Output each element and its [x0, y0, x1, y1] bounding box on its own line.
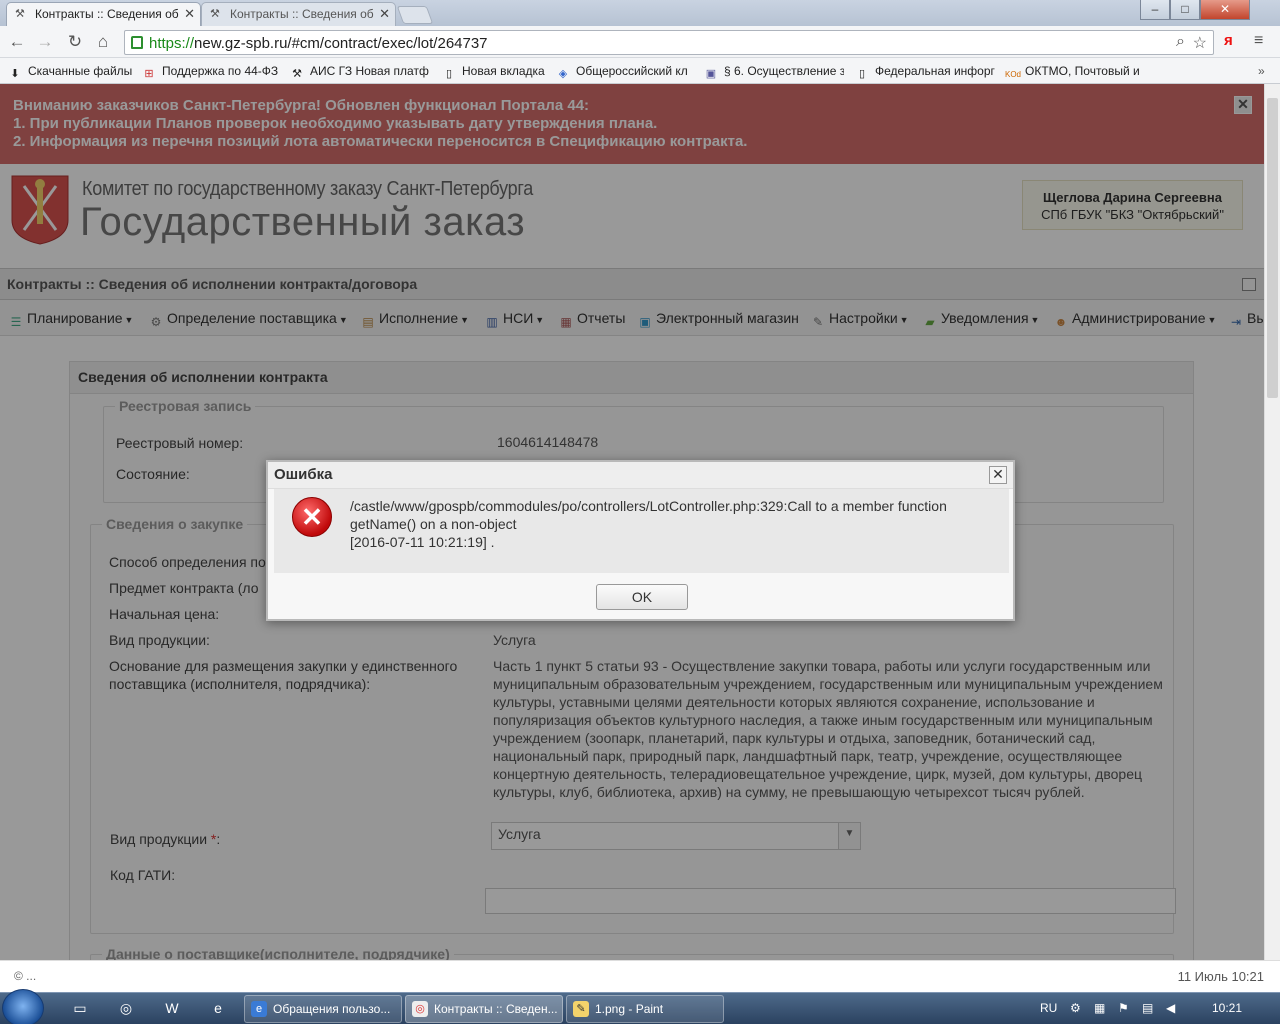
maximize-button[interactable]: □	[1170, 0, 1200, 20]
tray-icon[interactable]: ▦	[1094, 1001, 1105, 1015]
copyright: © ...	[14, 969, 37, 983]
bookmark-item[interactable]: ◈ Общероссийский кл	[556, 62, 696, 80]
flag-icon[interactable]: ⚑	[1118, 1001, 1129, 1015]
kod-icon: KOd	[1005, 70, 1022, 79]
lock-icon	[131, 36, 143, 49]
reload-icon[interactable]: ↻	[64, 31, 86, 53]
page-icon: ▯	[445, 68, 453, 80]
clock[interactable]: 10:21	[1212, 1001, 1242, 1015]
url-text: https://new.gz-spb.ru/#cm/contract/exec/…	[149, 35, 488, 52]
taskbar-item-active[interactable]: ◎ Контракты :: Сведен...	[405, 995, 563, 1023]
bookmark-item[interactable]: ⬇ Скачанные файлы	[8, 62, 136, 80]
ok-icon: ◈	[558, 68, 568, 80]
language-indicator[interactable]: RU	[1040, 1001, 1057, 1015]
chrome-icon[interactable]: ◎	[114, 997, 138, 1019]
support-icon: ⊞	[144, 68, 154, 80]
paint-icon: ✎	[573, 1001, 589, 1017]
bookmark-item[interactable]: KOd ОКТМО, Почтовый и	[1005, 62, 1145, 80]
chrome-icon: ◎	[412, 1001, 428, 1017]
bookmark-item[interactable]: ▣ § 6. Осуществление з	[704, 62, 844, 80]
browser-tabbar: ⚒ Контракты :: Сведения об ✕ ⚒ Контракты…	[0, 0, 1280, 26]
bookmark-item[interactable]: ▯ Федеральная инфорг	[855, 62, 995, 80]
bookmark-item[interactable]: ⚒ АИС ГЗ Новая платф	[290, 62, 430, 80]
browser-tab-active[interactable]: ⚒ Контракты :: Сведения об ✕	[6, 2, 201, 26]
more-bookmarks-icon[interactable]: »	[1258, 62, 1272, 80]
yandex-icon[interactable]: я	[1224, 32, 1233, 49]
zoom-icon[interactable]: ⌕	[1176, 33, 1185, 51]
system-tray: RU ⚙ ▦ ⚑ ▤ ◀ 10:21	[1030, 993, 1280, 1024]
error-dialog: Ошибка ✕ ✕ /castle/www/gpospb/commodules…	[266, 460, 1015, 621]
ok-button[interactable]: OK	[596, 584, 688, 610]
forward-icon[interactable]: →	[34, 31, 56, 53]
tools-icon: ⚒	[210, 8, 220, 20]
network-icon[interactable]: ▤	[1142, 1001, 1153, 1015]
close-window-button[interactable]: ✕	[1200, 0, 1250, 20]
volume-icon[interactable]: ◀	[1166, 1001, 1175, 1015]
bookmark-item[interactable]: ⊞ Поддержка по 44-ФЗ	[142, 62, 280, 80]
tab-label: Контракты :: Сведения об	[230, 7, 374, 21]
dialog-body: ✕ /castle/www/gpospb/commodules/po/contr…	[274, 489, 1009, 573]
close-icon[interactable]: ✕	[184, 3, 195, 25]
menu-icon[interactable]: ≡	[1254, 32, 1263, 50]
tools-icon: ⚒	[292, 68, 302, 80]
dialog-close-button[interactable]: ✕	[989, 466, 1007, 484]
windows-taskbar: ▭ ◎ W e e Обращения пользо... ◎ Контракты …	[0, 989, 1280, 1024]
home-icon[interactable]: ⌂	[92, 31, 114, 53]
download-icon: ⬇	[10, 68, 20, 80]
bookmarks-bar: ⬇ Скачанные файлы ⊞ Поддержка по 44-ФЗ ⚒ АИ…	[0, 58, 1280, 84]
bookmark-item[interactable]: ▯ Новая вкладка	[442, 62, 550, 80]
back-icon[interactable]: ←	[6, 31, 28, 53]
error-message: /castle/www/gpospb/commodules/po/control…	[350, 498, 947, 550]
word-icon[interactable]: W	[160, 997, 184, 1019]
dialog-title: Ошибка	[268, 462, 1013, 489]
page-icon: ▯	[858, 68, 866, 80]
doc-icon: ▣	[705, 68, 717, 80]
address-bar[interactable]: https://new.gz-spb.ru/#cm/contract/exec/…	[124, 30, 1214, 55]
explorer-icon[interactable]: ▭	[68, 997, 92, 1019]
error-icon: ✕	[292, 497, 332, 537]
close-icon[interactable]: ✕	[379, 3, 390, 25]
footer-datetime: 11 Июль 10:21	[1177, 969, 1264, 984]
ie-icon[interactable]: e	[206, 997, 230, 1019]
new-tab-button[interactable]	[396, 6, 434, 24]
tab-label: Контракты :: Сведения об	[35, 7, 179, 21]
tools-icon: ⚒	[15, 8, 25, 20]
taskbar-item[interactable]: ✎ 1.png - Paint	[566, 995, 724, 1023]
page-scrollbar[interactable]	[1264, 84, 1280, 960]
browser-tab[interactable]: ⚒ Контракты :: Сведения об ✕	[201, 2, 396, 26]
taskbar-item[interactable]: e Обращения пользо...	[244, 995, 402, 1023]
page-footer: © ... 11 Июль 10:21	[0, 960, 1280, 992]
minimize-button[interactable]: –	[1140, 0, 1170, 20]
start-button[interactable]	[2, 989, 44, 1024]
tray-icon[interactable]: ⚙	[1070, 1001, 1081, 1015]
star-icon[interactable]: ☆	[1193, 33, 1207, 53]
ie-icon: e	[251, 1001, 267, 1017]
scrollbar-thumb[interactable]	[1267, 98, 1278, 398]
